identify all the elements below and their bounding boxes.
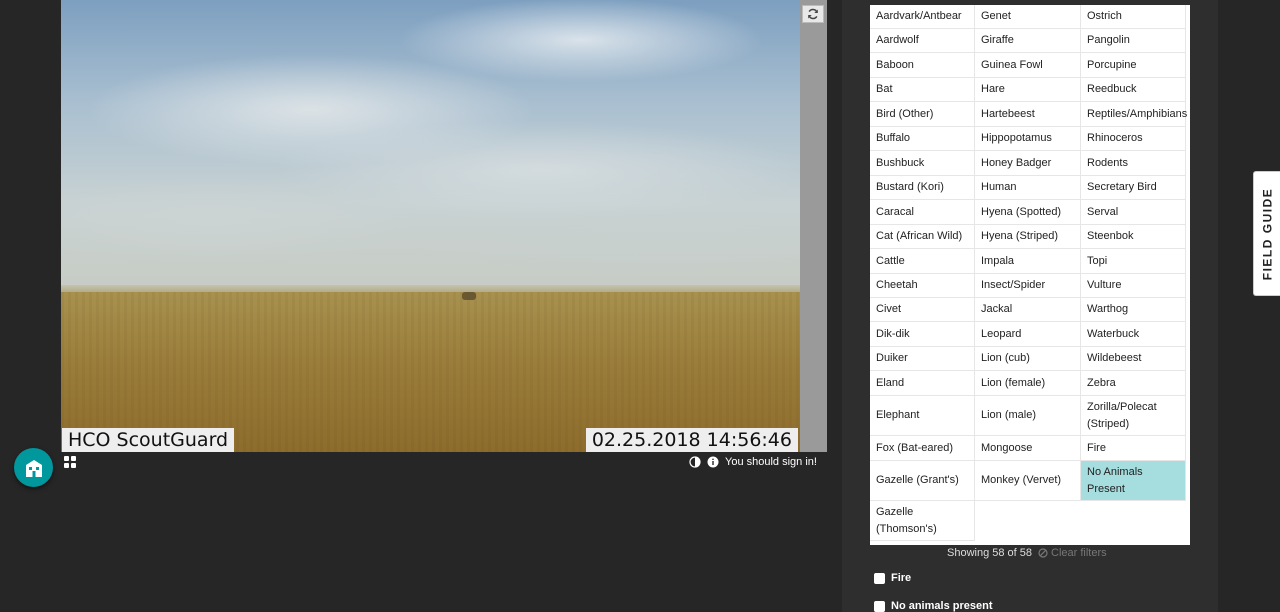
choice-item[interactable]: Eland [870,371,975,396]
distant-animal [462,292,476,300]
showing-count: Showing 58 of 58 [947,547,1033,559]
subject-meta-bar: You should sign in! [689,454,817,470]
choice-item[interactable]: Human [975,176,1081,200]
clear-filters-button[interactable]: Clear filters [1038,547,1107,559]
choice-item[interactable]: Topi [1081,249,1186,274]
choice-item[interactable]: Insect/Spider [975,274,1081,298]
choice-item[interactable]: No Animals Present [1081,461,1186,501]
filter-status: Showing 58 of 58 Clear filters [947,547,1107,559]
info-icon[interactable] [707,456,719,468]
choice-item[interactable]: Honey Badger [975,151,1081,176]
choice-item[interactable]: Zorilla/Polecat (Striped) [1081,396,1186,436]
choice-item[interactable]: Hyena (Striped) [975,225,1081,249]
choice-item[interactable]: Duiker [870,347,975,371]
field-guide-tab[interactable]: FIELD GUIDE [1253,171,1280,296]
choice-item[interactable]: Warthog [1081,298,1186,322]
choice-item[interactable]: Fire [1081,436,1186,461]
reset-image-button[interactable] [802,5,824,23]
choice-item[interactable]: Pangolin [1081,29,1186,53]
choice-item[interactable]: Reedbuck [1081,78,1186,102]
choice-item[interactable]: Bustard (Kori) [870,176,975,200]
refresh-icon [808,8,818,20]
fire-checkbox-row[interactable]: Fire [874,572,911,584]
choice-item[interactable]: Civet [870,298,975,322]
ban-icon [1038,548,1048,558]
choice-item[interactable]: Aardwolf [870,29,975,53]
choice-item[interactable]: Hippopotamus [975,127,1081,151]
choice-item[interactable]: Jackal [975,298,1081,322]
choice-item[interactable]: Caracal [870,200,975,225]
camera-brand-stamp: HCO ScoutGuard [62,428,235,452]
timestamp-stamp: 02.25.2018 14:56:46 [585,428,798,452]
choice-item[interactable]: Dik-dik [870,322,975,347]
choice-item[interactable]: Rhinoceros [1081,127,1186,151]
choice-item[interactable]: Secretary Bird [1081,176,1186,200]
clear-filters-label: Clear filters [1051,547,1107,559]
choice-item[interactable]: Serval [1081,200,1186,225]
choice-item[interactable]: Bat [870,78,975,102]
choice-item[interactable]: Genet [975,5,1081,29]
choice-item[interactable]: Lion (cub) [975,347,1081,371]
choice-item[interactable]: Zebra [1081,371,1186,396]
choice-item[interactable]: Giraffe [975,29,1081,53]
subject-image[interactable]: HCO ScoutGuard 02.25.2018 14:56:46 [61,0,800,452]
choice-item[interactable]: Gazelle (Thomson's) [870,501,975,541]
building-icon [25,459,42,477]
fire-checkbox-label: Fire [891,572,912,584]
signin-notice: You should sign in! [725,456,817,468]
choice-item[interactable]: Impala [975,249,1081,274]
choice-item[interactable]: Porcupine [1081,53,1186,78]
choice-item[interactable]: Hyena (Spotted) [975,200,1081,225]
species-choice-grid: Aardvark/Antbear Aardwolf Baboon Bat Bird (O… [870,5,1190,545]
choice-item[interactable]: Bird (Other) [870,102,975,127]
choice-item[interactable]: Steenbok [1081,225,1186,249]
choice-item[interactable]: Hare [975,78,1081,102]
choice-item[interactable]: Waterbuck [1081,322,1186,347]
choice-item[interactable]: Cattle [870,249,975,274]
choice-item[interactable]: Mongoose [975,436,1081,461]
sky [61,0,800,292]
choice-item[interactable]: Lion (male) [975,396,1081,436]
field-guide-label: FIELD GUIDE [1260,187,1275,280]
choice-item[interactable]: Ostrich [1081,5,1186,29]
choice-item[interactable]: Hartebeest [975,102,1081,127]
choice-item[interactable]: Gazelle (Grant's) [870,461,975,501]
choice-item[interactable]: Monkey (Vervet) [975,461,1081,501]
no-animals-checkbox-label: No animals present [891,600,993,612]
choice-item[interactable]: Rodents [1081,151,1186,176]
choice-item[interactable]: Buffalo [870,127,975,151]
choice-item[interactable]: Baboon [870,53,975,78]
choice-item[interactable]: Leopard [975,322,1081,347]
no-animals-checkbox-row[interactable]: No animals present [874,600,992,612]
no-animals-checkbox[interactable] [874,600,885,612]
invert-colors-icon[interactable] [689,456,701,468]
choice-item[interactable]: Vulture [1081,274,1186,298]
choice-item[interactable]: Guinea Fowl [975,53,1081,78]
viewer-sidebar [800,0,827,452]
choice-item[interactable]: Lion (female) [975,371,1081,396]
accessibility-button[interactable] [14,448,53,487]
choice-item[interactable]: Fox (Bat-eared) [870,436,975,461]
choice-item[interactable]: Elephant [870,396,975,436]
choice-item[interactable]: Bushbuck [870,151,975,176]
choice-item[interactable]: Wildebeest [1081,347,1186,371]
fire-checkbox[interactable] [874,572,885,584]
choice-item[interactable]: Reptiles/Amphibians [1081,102,1187,127]
camera-trap-photo [61,0,800,452]
choice-item[interactable]: Aardvark/Antbear [870,5,975,29]
choice-item[interactable]: Cat (African Wild) [870,225,975,249]
gallery-grid-icon[interactable] [63,455,77,469]
choice-item[interactable]: Cheetah [870,274,975,298]
